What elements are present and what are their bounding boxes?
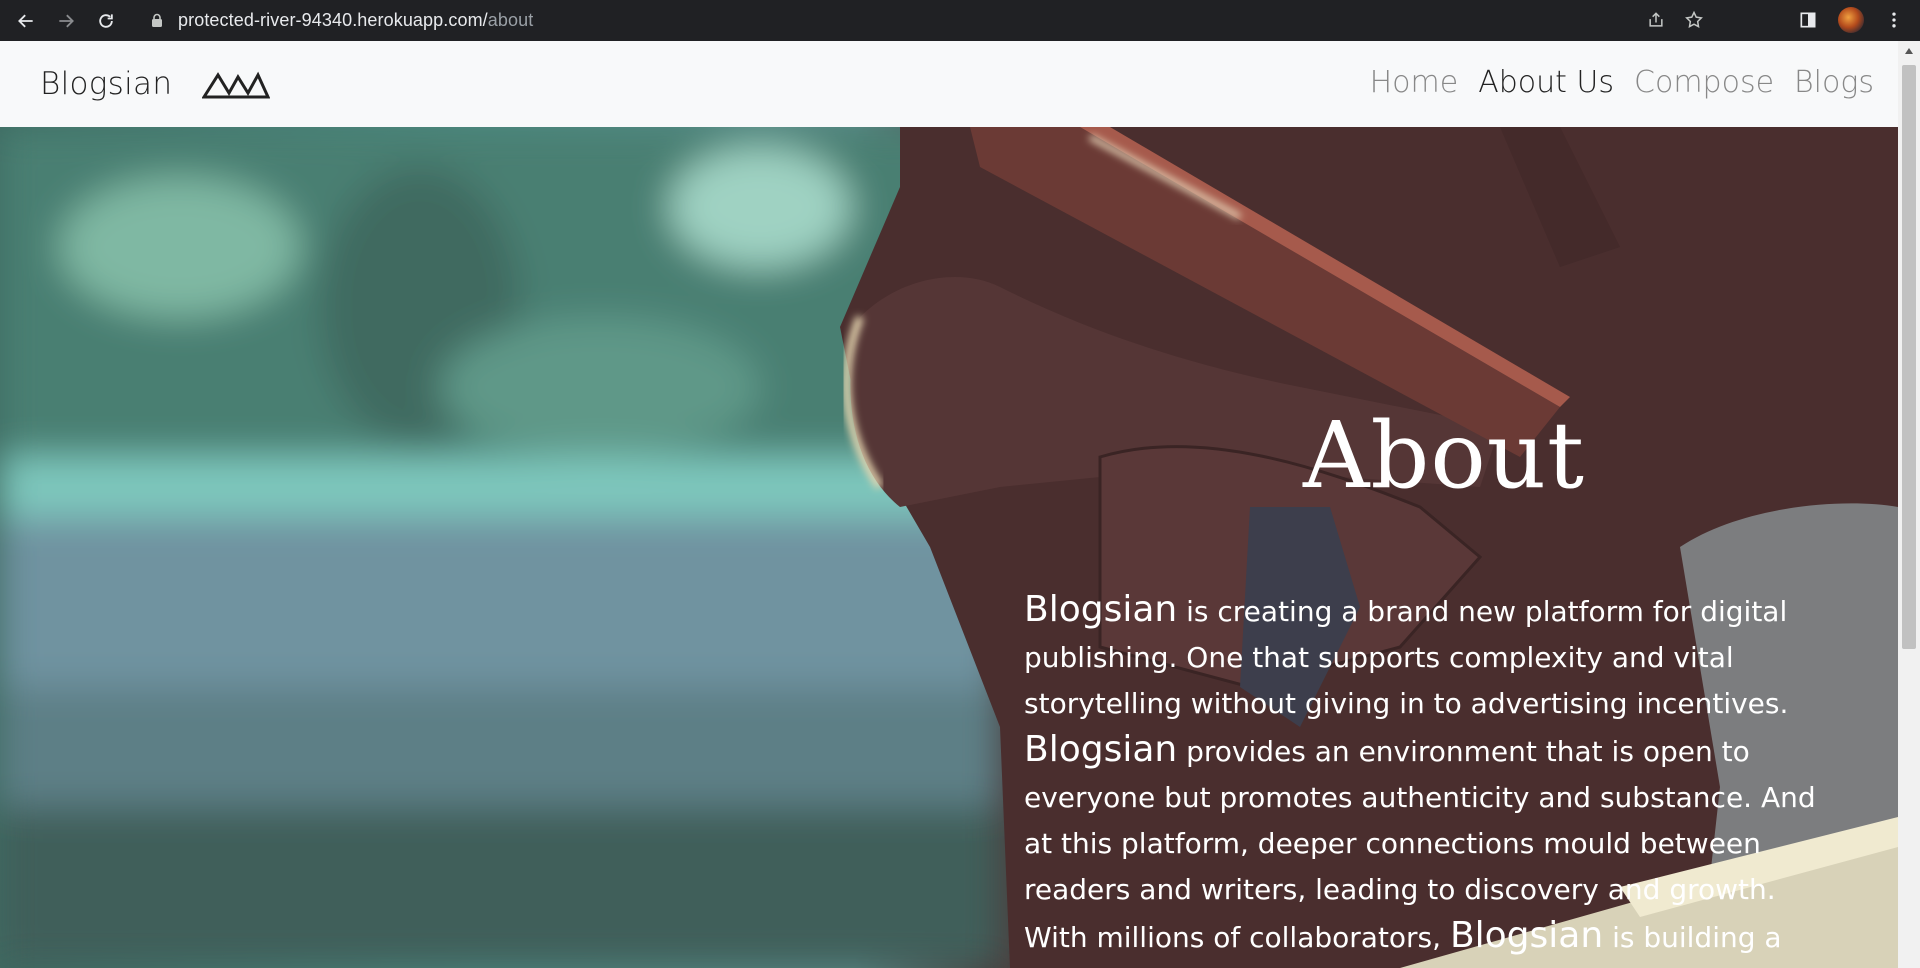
url-host: protected-river-94340.herokuapp.com/ [178, 9, 488, 30]
side-panel-icon[interactable] [1796, 6, 1820, 34]
brand-name[interactable]: Blogsian [40, 66, 172, 102]
about-paragraph: Blogsian is creating a brand new platfor… [1024, 587, 1824, 968]
nav-links: Home About Us Compose Blogs [1370, 65, 1874, 100]
address-bar[interactable]: protected-river-94340.herokuapp.com/abou… [134, 4, 1714, 36]
nav-link-about-us[interactable]: About Us [1478, 65, 1614, 100]
url-path: about [487, 9, 534, 30]
reload-icon[interactable] [92, 7, 120, 35]
about-title: About [1303, 402, 1585, 509]
nav-link-compose[interactable]: Compose [1634, 65, 1774, 100]
brand-word: Blogsian [1024, 589, 1178, 630]
page-scrollbar[interactable] [1898, 41, 1920, 968]
scrollbar-thumb[interactable] [1902, 65, 1916, 649]
nav-link-blogs[interactable]: Blogs [1794, 65, 1874, 100]
web-page: Blogsian Home About Us Compose Blogs Abo… [0, 41, 1898, 968]
brand-word: Blogsian [1024, 729, 1178, 770]
mountains-icon[interactable] [202, 67, 271, 101]
hero-section: About Blogsian is creating a brand new p… [0, 127, 1898, 968]
menu-dots-icon[interactable] [1882, 6, 1906, 34]
url-text[interactable]: protected-river-94340.herokuapp.com/abou… [178, 10, 533, 31]
profile-avatar[interactable] [1838, 7, 1864, 33]
site-navbar: Blogsian Home About Us Compose Blogs [0, 41, 1898, 127]
forward-icon[interactable] [52, 7, 80, 35]
scroll-up-arrow-icon[interactable] [1898, 47, 1920, 61]
lock-icon[interactable] [150, 13, 164, 27]
nav-link-home[interactable]: Home [1370, 65, 1459, 100]
browser-toolbar: protected-river-94340.herokuapp.com/abou… [0, 0, 1920, 41]
brand-word: Blogsian [1449, 915, 1604, 956]
bookmark-star-icon[interactable] [1682, 8, 1706, 32]
share-icon[interactable] [1644, 8, 1668, 32]
back-icon[interactable] [12, 7, 40, 35]
